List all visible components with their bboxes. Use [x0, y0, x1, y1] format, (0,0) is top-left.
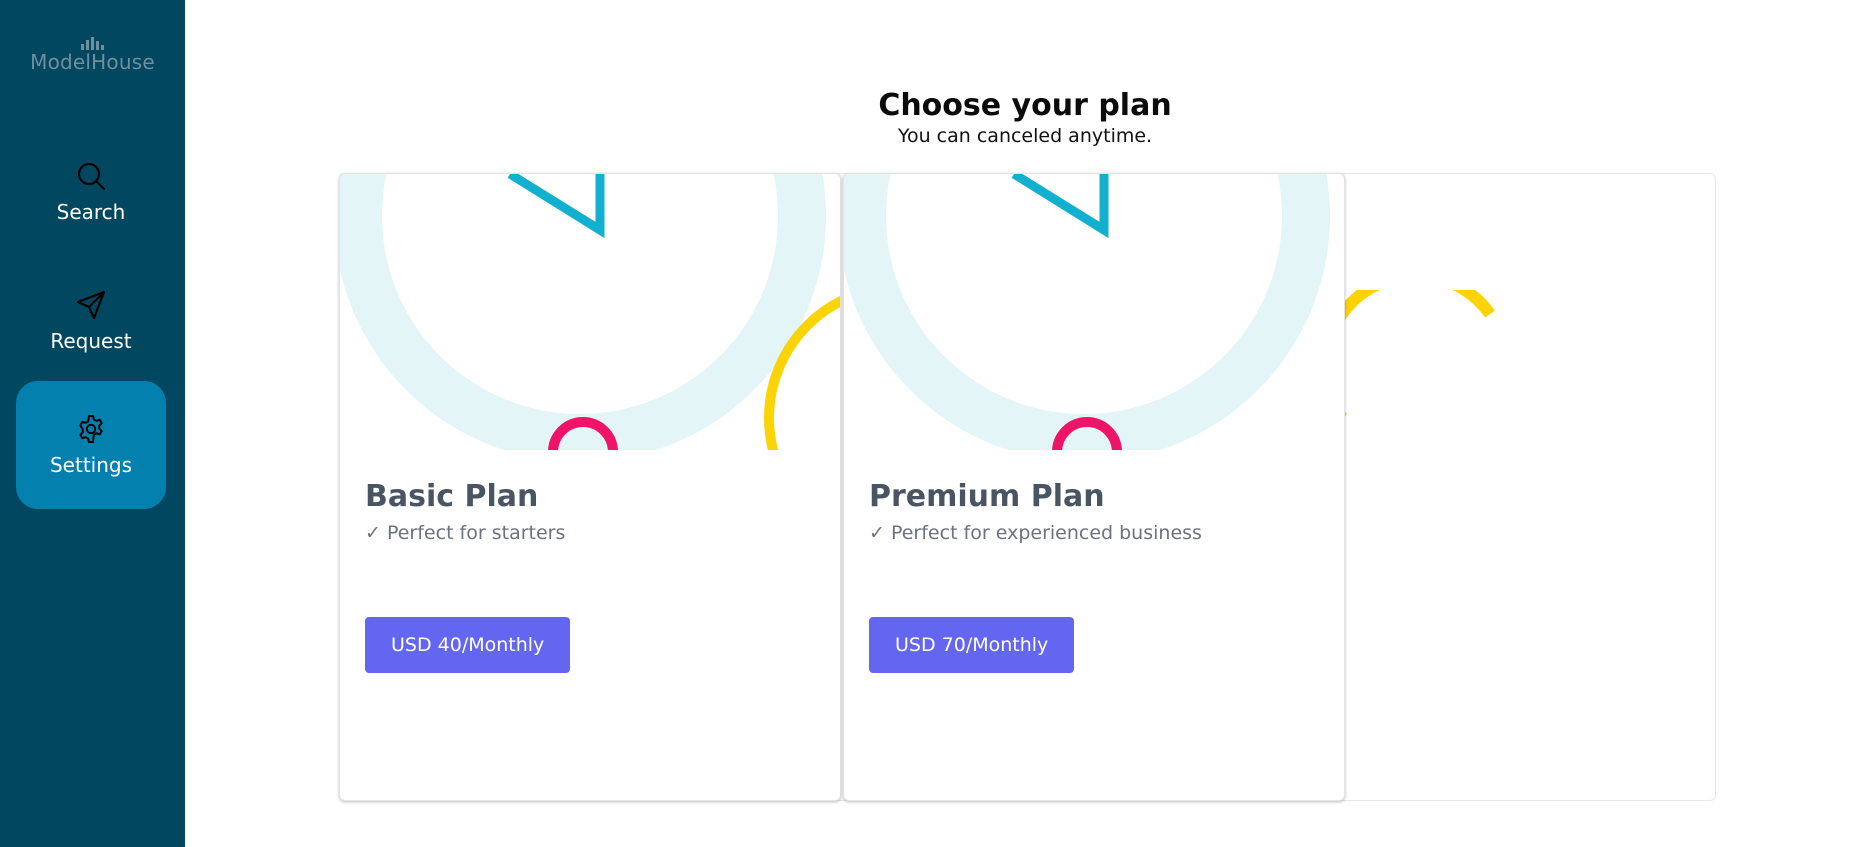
plan-feature: ✓ Perfect for experienced business: [869, 522, 1202, 544]
sidebar-item-search[interactable]: Search: [16, 128, 166, 256]
plan-card-premium: Premium Plan ✓ Perfect for experienced b…: [843, 173, 1345, 801]
page-title: Choose your plan: [878, 88, 1172, 123]
plan-card-basic: Basic Plan ✓ Perfect for starters USD 40…: [339, 173, 841, 801]
plan-name: Basic Plan: [365, 479, 539, 514]
page-heading: Choose your plan You can canceled anytim…: [185, 88, 1865, 148]
sidebar-item-label: Settings: [49, 453, 133, 477]
plan-name: Premium Plan: [869, 479, 1105, 514]
paper-plane-icon: [76, 290, 106, 320]
sidebar-item-settings[interactable]: Settings: [16, 381, 166, 509]
plan-illustration: [844, 174, 1330, 450]
sidebar-item-request[interactable]: Request: [16, 257, 166, 385]
decorative-arc: [1320, 290, 1495, 422]
search-icon: [77, 162, 106, 191]
plan-feature: ✓ Perfect for starters: [365, 522, 566, 544]
subscribe-basic-button[interactable]: USD 40/Monthly: [365, 617, 571, 673]
subscribe-premium-button[interactable]: USD 70/Monthly: [869, 617, 1075, 673]
sidebar: ModelHouse Search Request Settings: [0, 0, 185, 847]
sidebar-item-label: Request: [50, 329, 132, 353]
page-subtitle: You can canceled anytime.: [897, 125, 1153, 147]
plan-illustration: [340, 174, 840, 450]
gear-icon: [79, 415, 103, 443]
logo-text: ModelHouse: [30, 50, 155, 74]
logo[interactable]: ModelHouse: [0, 36, 185, 74]
sidebar-item-label: Search: [56, 200, 126, 224]
